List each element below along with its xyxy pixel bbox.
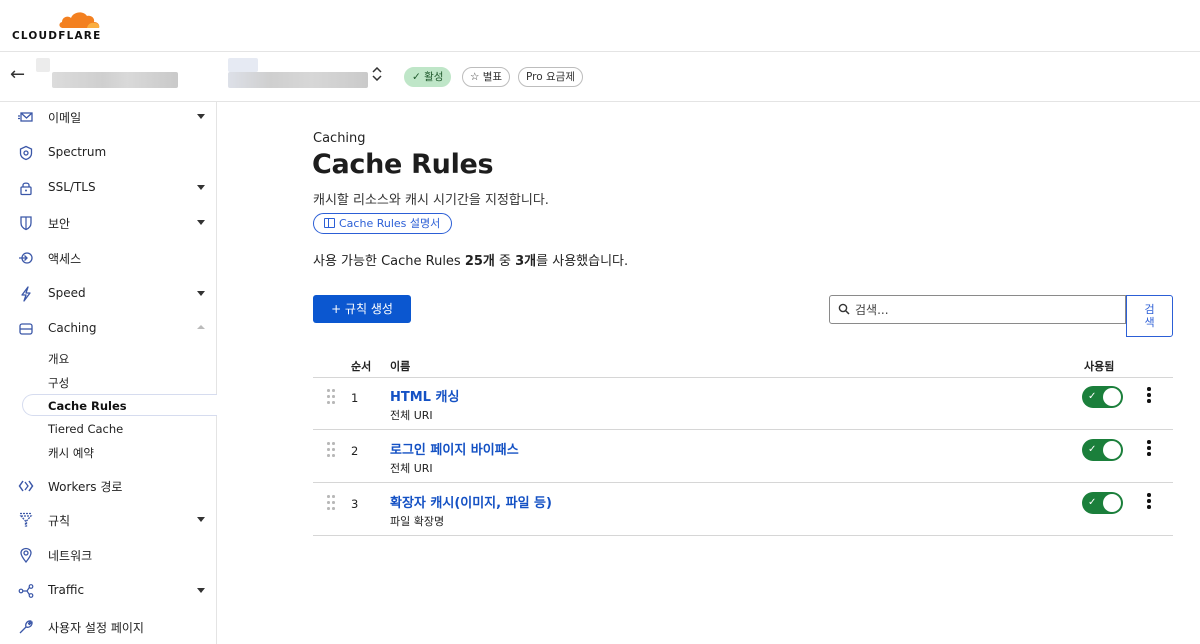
table-row: 2 로그인 페이지 바이패스 전체 URI ✓ (313, 431, 1173, 483)
sidebar-item-caching[interactable]: Caching (0, 314, 217, 344)
documentation-button[interactable]: Cache Rules 설명서 (313, 213, 453, 234)
sidebar-item-access[interactable]: 액세스 (0, 243, 217, 273)
rules-icon (18, 512, 34, 528)
table-row: 1 HTML 캐싱 전체 URI ✓ (313, 378, 1173, 430)
redacted-zone-name[interactable] (228, 72, 368, 88)
check-icon: ✓ (412, 71, 425, 83)
breadcrumb: Caching (313, 131, 366, 146)
check-icon: ✓ (1088, 497, 1097, 508)
star-button[interactable]: ☆ 별표 (462, 67, 511, 87)
rule-order: 2 (351, 444, 359, 458)
page-title: Cache Rules (312, 149, 494, 180)
sidebar-item-rules[interactable]: 규칙 (0, 505, 217, 535)
main-content: Caching Cache Rules 캐시할 리소스와 캐시 시기간을 지정합… (217, 102, 1200, 644)
book-icon (324, 218, 335, 228)
plan-badge[interactable]: Pro 요금제 (518, 67, 583, 87)
rule-enabled-toggle[interactable]: ✓ (1082, 492, 1123, 514)
lock-icon (18, 180, 34, 196)
create-rule-button[interactable]: + 규칙 생성 (313, 295, 411, 323)
chevron-down-icon (197, 220, 205, 225)
drag-handle-icon[interactable] (327, 389, 335, 405)
rule-order: 3 (351, 497, 359, 511)
chevron-up-icon (197, 325, 205, 329)
drag-handle-icon[interactable] (327, 495, 335, 511)
check-icon: ✓ (1088, 391, 1097, 402)
sidebar-item-traffic[interactable]: Traffic (0, 576, 217, 606)
rule-enabled-toggle[interactable]: ✓ (1082, 439, 1123, 461)
sidebar-item-spectrum[interactable]: Spectrum (0, 138, 217, 168)
search-input[interactable] (855, 300, 1115, 320)
wrench-icon (18, 619, 34, 635)
redacted-zone-name (228, 58, 258, 72)
sidebar-subitem-overview[interactable]: 개요 (0, 347, 217, 369)
redacted-account-name (52, 72, 178, 88)
header-order[interactable]: 순서 (351, 358, 371, 374)
drag-handle-icon[interactable] (327, 442, 335, 458)
sidebar-subitem-cache-reserve[interactable]: 캐시 예약 (0, 441, 217, 463)
workers-icon (18, 478, 34, 494)
sidebar-item-security[interactable]: 보안 (0, 208, 217, 238)
zone-switch-icon[interactable] (372, 66, 382, 85)
chevron-down-icon (197, 517, 205, 522)
rule-name-link[interactable]: HTML 캐싱 (390, 386, 459, 405)
chevron-down-icon (197, 588, 205, 593)
sidebar-item-workers-routes[interactable]: Workers 경로 (0, 471, 217, 501)
search-button[interactable]: 검색 (1126, 295, 1173, 337)
check-icon: ✓ (1088, 444, 1097, 455)
sidebar-item-speed[interactable]: Speed (0, 279, 217, 309)
logo-wordmark: CLOUDFLARE (12, 30, 102, 42)
search-field[interactable] (829, 295, 1126, 324)
usage-text: 사용 가능한 Cache Rules 25개 중 3개를 사용했습니다. (313, 254, 629, 269)
chevron-down-icon (197, 114, 205, 119)
top-header: CLOUDFLARE (0, 0, 1200, 52)
header-name[interactable]: 이름 (390, 358, 410, 374)
page-description: 캐시할 리소스와 캐시 시기간을 지정합니다. (313, 193, 549, 208)
chevron-down-icon (197, 291, 205, 296)
sidebar-subitem-configuration[interactable]: 구성 (0, 371, 217, 393)
lightning-icon (18, 286, 34, 302)
storage-icon (18, 321, 34, 337)
more-options-icon[interactable] (1145, 440, 1153, 458)
rule-enabled-toggle[interactable]: ✓ (1082, 386, 1123, 408)
shield-icon (18, 215, 34, 231)
sidebar-item-ssl-tls[interactable]: SSL/TLS (0, 173, 217, 203)
sidebar-subitem-tiered-cache[interactable]: Tiered Cache (0, 418, 217, 440)
redacted-account-name (36, 58, 50, 72)
sidebar-item-email[interactable]: 이메일 (0, 102, 217, 132)
chevron-down-icon (197, 185, 205, 190)
cloud-logo-icon (59, 12, 100, 28)
table-row: 3 확장자 캐시(이미지, 파일 등) 파일 확장명 ✓ (313, 484, 1173, 536)
table-header: 순서 이름 사용됨 (313, 352, 1173, 378)
access-icon (18, 250, 34, 266)
rule-subtitle: 파일 확장명 (390, 515, 445, 528)
location-icon (18, 547, 34, 564)
email-icon (18, 109, 34, 125)
spectrum-icon (18, 145, 34, 161)
star-icon: ☆ (470, 71, 483, 83)
traffic-icon (18, 583, 34, 599)
search-icon (838, 303, 850, 315)
header-enabled[interactable]: 사용됨 (1084, 358, 1114, 374)
more-options-icon[interactable] (1145, 493, 1153, 511)
rule-name-link[interactable]: 확장자 캐시(이미지, 파일 등) (390, 492, 552, 511)
rule-order: 1 (351, 391, 359, 405)
status-badge: ✓ 활성 (404, 67, 452, 87)
rule-subtitle: 전체 URI (390, 462, 433, 475)
back-arrow-icon[interactable]: ← (10, 65, 25, 85)
zone-bar: ← ✓ 활성 ☆ 별표 Pro 요금제 (0, 52, 1200, 102)
rule-subtitle: 전체 URI (390, 409, 433, 422)
sidebar-item-custom-pages[interactable]: 사용자 설정 페이지 (0, 612, 217, 642)
sidebar-subitem-cache-rules[interactable]: Cache Rules (22, 394, 217, 416)
cloudflare-logo[interactable]: CLOUDFLARE (12, 8, 107, 42)
sidebar-item-network[interactable]: 네트워크 (0, 540, 217, 570)
sidebar: 이메일 Spectrum SSL/TLS 보안 액세스 Speed Cachin… (0, 102, 217, 644)
more-options-icon[interactable] (1145, 387, 1153, 405)
rule-name-link[interactable]: 로그인 페이지 바이패스 (390, 439, 519, 458)
